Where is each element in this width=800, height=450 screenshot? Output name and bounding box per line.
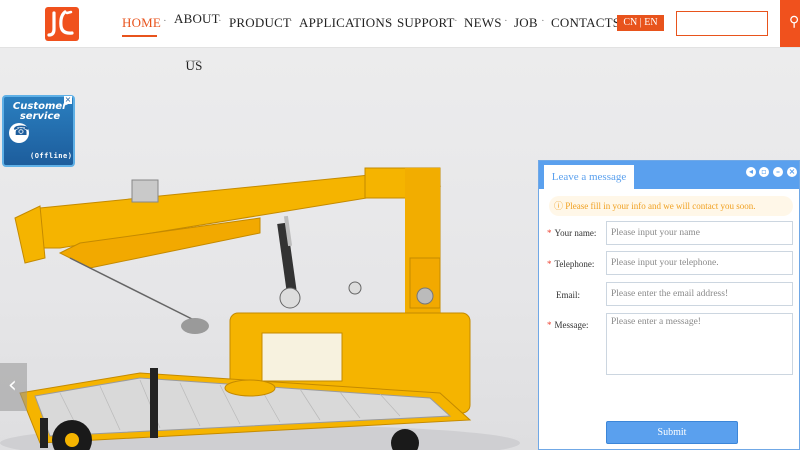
nav-separator: ·: [504, 15, 508, 27]
form-notice-text: Please fill in your info and we will con…: [565, 201, 756, 211]
form-notice: ⓘ Please fill in your info and we will c…: [549, 196, 793, 216]
nav-news[interactable]: NEWS: [464, 15, 502, 31]
nav-about-us[interactable]: ABOUT US: [174, 0, 220, 89]
search-input[interactable]: [676, 11, 768, 36]
nav-separator: ·: [454, 15, 458, 27]
chevron-left-icon: ‹: [8, 373, 17, 398]
message-field[interactable]: [606, 313, 793, 375]
nav-separator: ·: [541, 15, 545, 27]
prev-icon[interactable]: ◂: [746, 167, 756, 177]
nav-underline: [186, 60, 200, 61]
customer-service-widget[interactable]: × Customer service ☎ (Offline): [2, 95, 75, 167]
telephone-field[interactable]: [606, 251, 793, 275]
telephone-label: * Telephone:: [547, 259, 595, 269]
close-icon[interactable]: ×: [787, 167, 797, 177]
tab-leave-message[interactable]: Leave a message: [544, 165, 634, 189]
phone-icon: ☎: [9, 123, 29, 143]
language-switch[interactable]: CN | EN: [617, 15, 664, 31]
nav-product[interactable]: PRODUCT: [229, 15, 291, 31]
nav-contacts[interactable]: CONTACTS: [551, 15, 620, 31]
nav-active-underline: [122, 35, 157, 37]
email-field[interactable]: [606, 282, 793, 306]
leave-message-panel: Leave a message ◂ ▫ – × ⓘ Please fill in…: [538, 160, 800, 450]
nav-separator: ·: [218, 15, 222, 27]
info-icon: ⓘ: [554, 201, 564, 211]
nav-support[interactable]: SUPPORT: [397, 15, 455, 31]
minimize-icon[interactable]: –: [773, 167, 783, 177]
customer-service-status: (Offline): [30, 152, 73, 160]
nav-job[interactable]: JOB: [514, 15, 538, 31]
slide-prev-button[interactable]: ‹: [0, 363, 27, 411]
search-button[interactable]: ⚲: [780, 0, 800, 47]
nav-separator: ·: [387, 15, 391, 27]
name-label: * Your name:: [547, 228, 597, 238]
message-panel-header: Leave a message ◂ ▫ – ×: [539, 161, 799, 189]
site-header: HOME · ABOUT US · PRODUCT · APPLICATIONS…: [0, 0, 800, 73]
nav-separator: ·: [289, 15, 293, 27]
message-label: * Message:: [547, 320, 589, 330]
submit-button[interactable]: Submit: [606, 421, 738, 444]
name-field[interactable]: [606, 221, 793, 245]
nav-home[interactable]: HOME: [122, 15, 161, 31]
nav-applications[interactable]: APPLICATIONS: [299, 15, 392, 31]
search-icon: ⚲: [789, 15, 800, 30]
customer-service-title: Customer service: [12, 101, 68, 122]
nav-separator: ·: [163, 15, 167, 27]
restore-icon[interactable]: ▫: [759, 167, 769, 177]
site-logo[interactable]: [45, 7, 79, 41]
